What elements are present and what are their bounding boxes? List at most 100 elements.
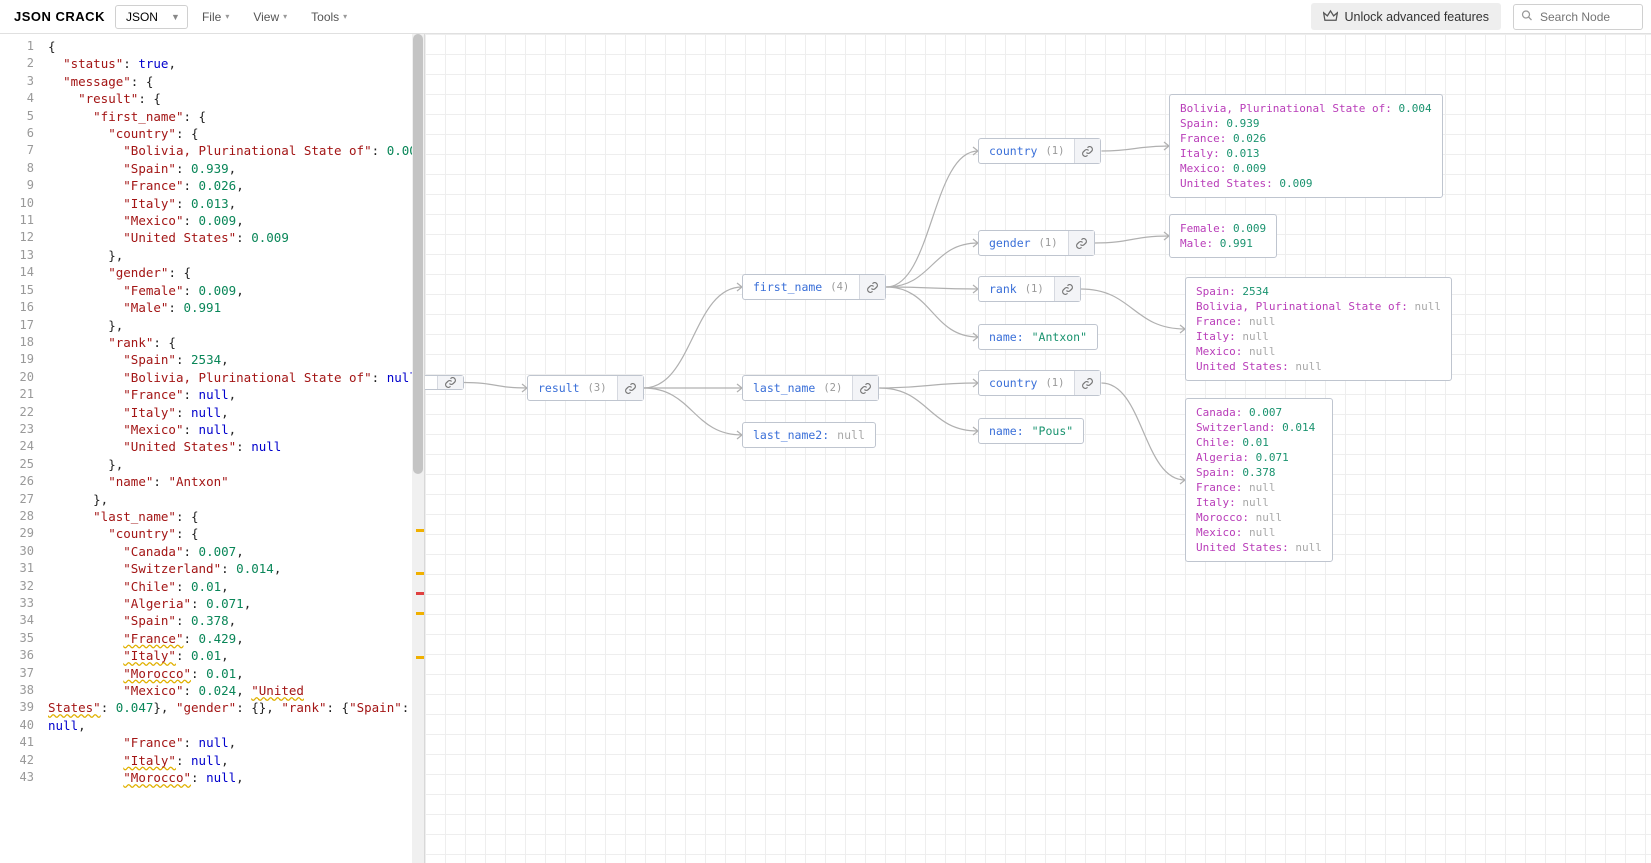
code-line[interactable]: "United States": null	[48, 438, 424, 455]
code-line[interactable]: "country": {	[48, 525, 424, 542]
line-number: 7	[0, 142, 48, 159]
line-number: 14	[0, 264, 48, 281]
code-line[interactable]: "Italy": null,	[48, 752, 424, 769]
card-row: Italy: null	[1196, 329, 1441, 344]
graph-node-fn_name[interactable]: name:"Antxon"	[978, 324, 1098, 350]
code-line[interactable]: null,	[48, 717, 424, 734]
line-number: 17	[0, 317, 48, 334]
code-line[interactable]: "Mexico": 0.009,	[48, 212, 424, 229]
graph-node-fn_gender[interactable]: gender(1)	[978, 230, 1095, 256]
node-body: name:"Antxon"	[979, 325, 1097, 349]
menu-tools[interactable]: Tools▾	[301, 4, 357, 30]
graph-node-fn_rank[interactable]: rank(1)	[978, 276, 1081, 302]
graph-node-ln_country[interactable]: country(1)	[978, 370, 1101, 396]
graph-card-card_fn_gender[interactable]: Female: 0.009Male: 0.991	[1169, 214, 1277, 258]
line-number: 29	[0, 525, 48, 542]
card-row: France: null	[1196, 314, 1441, 329]
code-line[interactable]: "Canada": 0.007,	[48, 543, 424, 560]
graph-node-first_name[interactable]: first_name(4)	[742, 274, 886, 300]
link-icon[interactable]	[852, 376, 878, 400]
link-icon[interactable]	[437, 376, 463, 389]
code-line[interactable]: "Italy": null,	[48, 404, 424, 421]
node-label: first_name	[753, 280, 822, 294]
code-line[interactable]: "message": {	[48, 73, 424, 90]
code-line[interactable]: "Italy": 0.013,	[48, 195, 424, 212]
code-line[interactable]: "Female": 0.009,	[48, 282, 424, 299]
line-number: 36	[0, 647, 48, 664]
code-line[interactable]: {	[48, 38, 424, 55]
line-number: 32	[0, 578, 48, 595]
code-line[interactable]: "Spain": 0.939,	[48, 160, 424, 177]
link-icon[interactable]	[1074, 371, 1100, 395]
graph-card-card_fn_country[interactable]: Bolivia, Plurinational State of: 0.004Sp…	[1169, 94, 1443, 198]
graph-node-last_name[interactable]: last_name(2)	[742, 375, 879, 401]
code-line[interactable]: "Spain": 2534,	[48, 351, 424, 368]
code-line[interactable]: "status": true,	[48, 55, 424, 72]
link-icon[interactable]	[859, 275, 885, 299]
line-number: 38	[0, 682, 48, 699]
code-line[interactable]: "rank": {	[48, 334, 424, 351]
menu-file[interactable]: File▾	[192, 4, 239, 30]
code-line[interactable]: "Spain": 0.378,	[48, 612, 424, 629]
code-line[interactable]: "country": {	[48, 125, 424, 142]
code-line[interactable]: "Switzerland": 0.014,	[48, 560, 424, 577]
edge	[1081, 289, 1185, 329]
graph-node-result[interactable]: result(3)	[527, 375, 644, 401]
line-number: 39	[0, 699, 48, 716]
node-label: gender	[989, 236, 1031, 250]
link-icon[interactable]	[1068, 231, 1094, 255]
code-line[interactable]: "gender": {	[48, 264, 424, 281]
card-row: Bolivia, Plurinational State of: null	[1196, 299, 1441, 314]
node-label: name:	[989, 330, 1024, 344]
graph-card-card_ln_country[interactable]: Canada: 0.007Switzerland: 0.014Chile: 0.…	[1185, 398, 1333, 562]
code-line[interactable]: "France": 0.026,	[48, 177, 424, 194]
line-gutter: 1234567891011121314151617181920212223242…	[0, 34, 48, 863]
line-number: 20	[0, 369, 48, 386]
node-value: "Pous"	[1032, 424, 1074, 438]
code-line[interactable]: "Mexico": null,	[48, 421, 424, 438]
card-row: Male: 0.991	[1180, 236, 1266, 251]
node-count: (1)	[1045, 145, 1064, 157]
edge	[886, 287, 978, 337]
code-line[interactable]: States": 0.047}, "gender": {}, "rank": {…	[48, 699, 424, 716]
code-line[interactable]: "Morocco": 0.01,	[48, 665, 424, 682]
node-count: (1)	[1025, 283, 1044, 295]
graph-node-last_name2[interactable]: last_name2:null	[742, 422, 876, 448]
link-icon[interactable]	[1054, 277, 1080, 301]
graph-card-card_fn_rank[interactable]: Spain: 2534Bolivia, Plurinational State …	[1185, 277, 1452, 381]
line-number: 9	[0, 177, 48, 194]
code-line[interactable]: "Chile": 0.01,	[48, 578, 424, 595]
node-label: result	[538, 381, 580, 395]
line-number: 24	[0, 438, 48, 455]
code-line[interactable]: },	[48, 456, 424, 473]
code-line[interactable]: "result": {	[48, 90, 424, 107]
code-line[interactable]: "name": "Antxon"	[48, 473, 424, 490]
code-line[interactable]: },	[48, 247, 424, 264]
code-line[interactable]: "Mexico": 0.024, "United	[48, 682, 424, 699]
link-icon[interactable]	[1074, 139, 1100, 163]
format-select[interactable]: JSON	[115, 5, 188, 29]
code-line[interactable]: "Bolivia, Plurinational State of": null,	[48, 369, 424, 386]
code-line[interactable]: "United States": 0.009	[48, 229, 424, 246]
code-line[interactable]: },	[48, 491, 424, 508]
graph-node-root[interactable]	[425, 375, 464, 390]
code-line[interactable]: "Morocco": null,	[48, 769, 424, 786]
code-line[interactable]: },	[48, 317, 424, 334]
code-line[interactable]: "France": null,	[48, 386, 424, 403]
code-line[interactable]: "France": null,	[48, 734, 424, 751]
graph-node-fn_country[interactable]: country(1)	[978, 138, 1101, 164]
code-line[interactable]: "last_name": {	[48, 508, 424, 525]
code-line[interactable]: "Algeria": 0.071,	[48, 595, 424, 612]
graph-pane[interactable]: result(3) first_name(4) last_name(2) last_n…	[425, 34, 1651, 863]
code-line[interactable]: "Male": 0.991	[48, 299, 424, 316]
code-line[interactable]: "Italy": 0.01,	[48, 647, 424, 664]
code-line[interactable]: "first_name": {	[48, 108, 424, 125]
graph-node-ln_name[interactable]: name:"Pous"	[978, 418, 1084, 444]
menu-view[interactable]: View▾	[243, 4, 297, 30]
unlock-button[interactable]: Unlock advanced features	[1311, 3, 1501, 30]
line-number: 34	[0, 612, 48, 629]
code-editor[interactable]: { "status": true, "message": { "result":…	[48, 34, 424, 863]
link-icon[interactable]	[617, 376, 643, 400]
code-line[interactable]: "France": 0.429,	[48, 630, 424, 647]
code-line[interactable]: "Bolivia, Plurinational State of": 0.004	[48, 142, 424, 159]
